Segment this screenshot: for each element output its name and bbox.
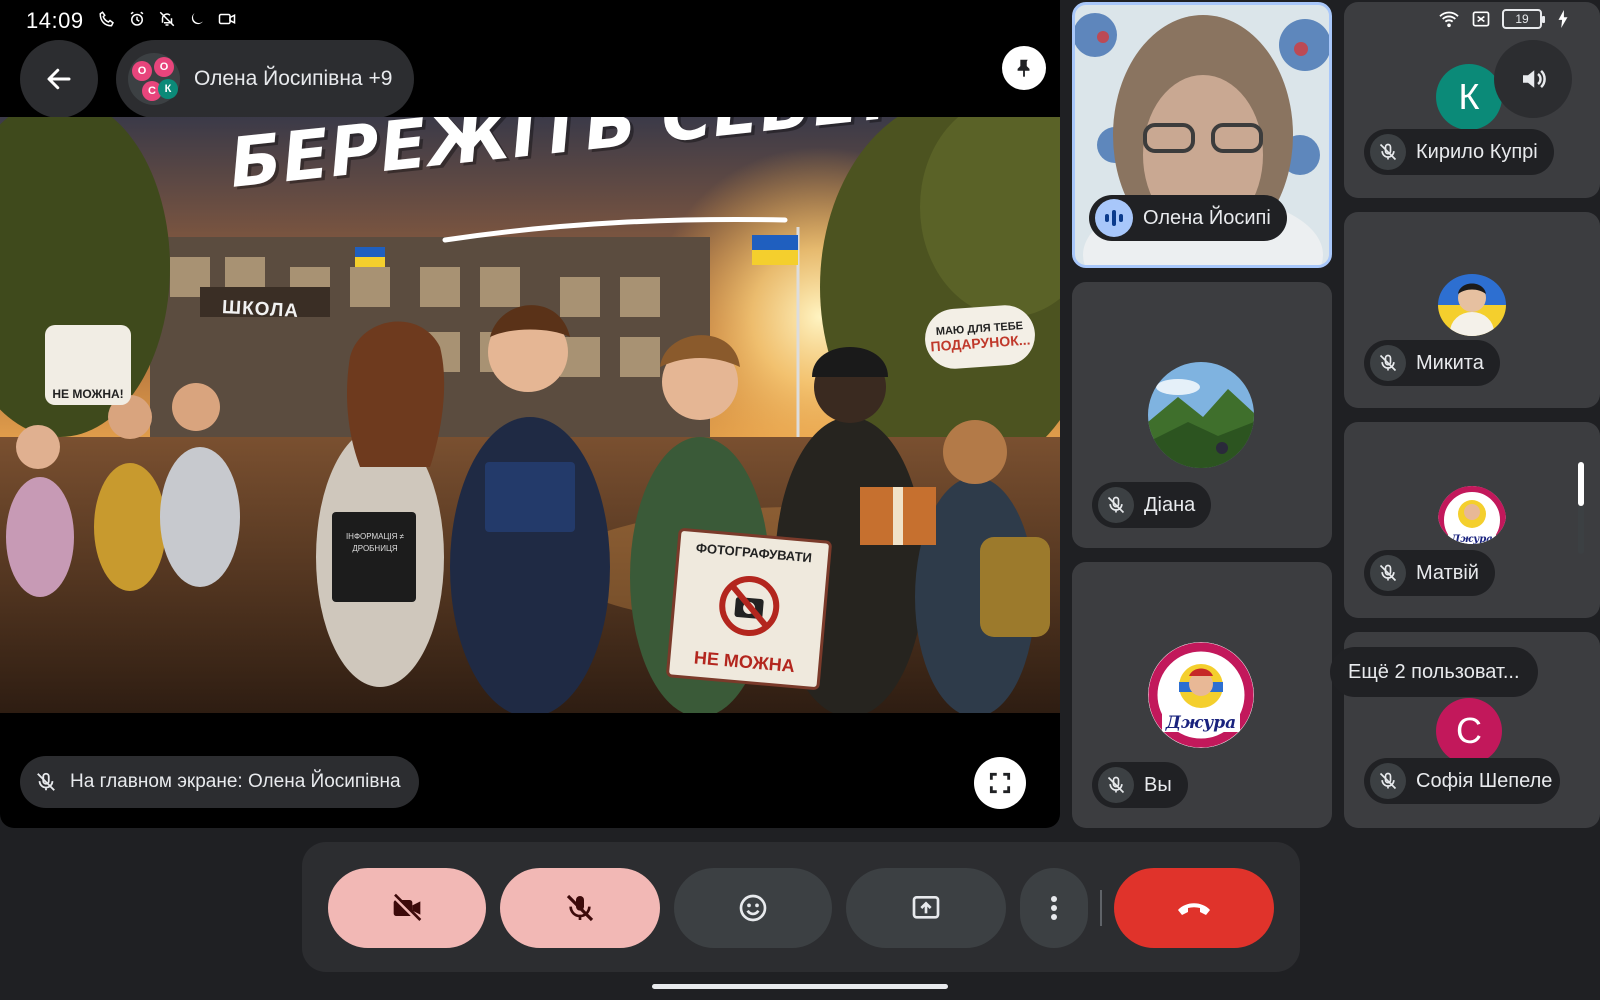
avatar — [1148, 362, 1254, 468]
no-camera-icon — [719, 576, 780, 637]
camera-toggle-button[interactable] — [328, 868, 486, 948]
avatar: С — [1436, 698, 1502, 764]
fullscreen-icon — [989, 772, 1011, 794]
status-icons-left — [96, 8, 238, 30]
participant-name: Софія Шепеле — [1416, 769, 1553, 792]
video-icon — [216, 8, 238, 30]
participant-name-chip: Вы — [1092, 762, 1188, 808]
participant-tile-matvii[interactable]: Джура Матвій — [1344, 422, 1600, 618]
wifi-icon — [1438, 8, 1460, 30]
sign-bottom-text: НЕ МОЖНА — [693, 647, 796, 677]
present-screen-icon — [912, 896, 940, 919]
battery-icon: 19 — [1502, 9, 1545, 29]
participant-name-chip: Микита — [1364, 340, 1500, 386]
school-label: ШКОЛА — [221, 296, 300, 323]
avatar: Джура — [1148, 642, 1254, 748]
charging-icon — [1552, 8, 1574, 30]
fullscreen-button[interactable] — [974, 757, 1026, 809]
logo-text: Джура — [1165, 713, 1236, 733]
participant-tile-olena[interactable]: Олена Йосипі — [1072, 2, 1332, 268]
participant-name: Матвій — [1416, 561, 1479, 584]
speaking-indicator-icon — [1095, 199, 1133, 237]
speech-bubble-right: МАЮ ДЛЯ ТЕБЕ ПОДАРУНОК... — [923, 303, 1037, 371]
dzhura-logo: Джура — [1148, 642, 1254, 748]
volume-icon — [1523, 69, 1546, 89]
speech-bubble-left: НЕ МОЖНА! — [45, 325, 131, 405]
mic-off-icon — [1370, 134, 1406, 170]
avatar — [1438, 274, 1506, 336]
no-sim-icon — [1470, 8, 1492, 30]
bell-off-icon — [156, 8, 178, 30]
book-text: ІНФОРМАЦІЯ ≠ ДРОБНИЦЯ — [345, 532, 405, 553]
participant-name-chip: Матвій — [1364, 550, 1495, 596]
mic-off-icon — [1370, 555, 1406, 591]
participant-tile-self[interactable]: Джура Вы — [1072, 562, 1332, 828]
control-divider — [1100, 890, 1102, 926]
no-photo-sign: ФОТОГРАФУВАТИ НЕ МОЖНА — [665, 527, 833, 691]
bubble-left-text: НЕ МОЖНА! — [52, 387, 124, 401]
mic-off-icon — [566, 894, 594, 922]
more-options-button[interactable] — [1020, 868, 1088, 948]
avatar: К — [1436, 64, 1502, 130]
call-control-bar — [302, 842, 1300, 972]
participant-tile-diana[interactable]: Діана — [1072, 282, 1332, 548]
status-icons-right: 19 — [1438, 8, 1574, 30]
mic-off-icon — [1370, 763, 1406, 799]
main-screen-label-chip: На главном экране: Олена Йосипівна — [20, 756, 419, 808]
camera-off-icon — [392, 893, 422, 923]
participant-name-chip: Олена Йосипі — [1089, 195, 1287, 241]
avatar: О — [154, 57, 174, 77]
status-time: 14:09 — [26, 8, 84, 33]
caller-name: Олена Йосипівна +9 — [194, 67, 393, 90]
participant-name: Микита — [1416, 351, 1484, 374]
landscape-photo — [1148, 362, 1254, 468]
mic-off-icon — [1098, 767, 1134, 803]
mic-off-icon — [1370, 345, 1406, 381]
call-participants-chip[interactable]: О О С К Олена Йосипівна +9 — [116, 40, 415, 118]
participant-name: Олена Йосипі — [1143, 206, 1271, 229]
mic-off-icon — [1098, 487, 1134, 523]
more-vertical-icon — [1051, 896, 1057, 920]
reactions-button[interactable] — [674, 868, 832, 948]
main-screen-label: На главном экране: Олена Йосипівна — [70, 771, 401, 792]
participant-tile-mykyta[interactable]: Микита — [1344, 212, 1600, 408]
home-indicator[interactable] — [652, 984, 948, 989]
avatar-cluster: О О С К — [128, 53, 180, 105]
boy-photo — [1438, 274, 1506, 336]
participant-name-chip: Діана — [1092, 482, 1212, 528]
phone-call-icon — [96, 8, 118, 30]
participant-name: Кирило Купрі — [1416, 140, 1538, 163]
mic-toggle-button[interactable] — [500, 868, 660, 948]
main-stage: О О С К Олена Йосипівна +9 БЕРЕЖІТЬ СЕБЕ… — [0, 0, 1060, 828]
avatar: Джура — [1438, 486, 1506, 544]
participants-scrollbar[interactable] — [1578, 462, 1584, 506]
logo-text: Джура — [1450, 534, 1492, 544]
pin-icon — [1017, 59, 1030, 78]
end-call-icon — [1178, 903, 1210, 915]
moon-icon — [186, 8, 208, 30]
mic-off-icon — [32, 764, 60, 800]
dzhura-logo: Джура — [1438, 486, 1506, 544]
participant-name-chip: Кирило Купрі — [1364, 129, 1554, 175]
pin-button[interactable] — [1002, 46, 1046, 90]
participant-name: Вы — [1144, 773, 1172, 796]
status-bar: 14:09 19 — [0, 0, 1600, 40]
back-button[interactable] — [20, 40, 98, 118]
shared-illustration — [0, 117, 1060, 713]
arrow-left-icon — [47, 68, 71, 90]
present-screen-button[interactable] — [846, 868, 1006, 948]
participant-name: Діана — [1144, 493, 1196, 516]
participant-name-chip: Софія Шепеле — [1364, 758, 1560, 804]
speaker-button[interactable] — [1494, 40, 1572, 118]
end-call-button[interactable] — [1114, 868, 1274, 948]
avatar: К — [158, 79, 178, 99]
avatar: О — [132, 61, 152, 81]
emoji-icon — [739, 894, 767, 922]
alarm-icon — [126, 8, 148, 30]
more-participants-chip[interactable]: Ещё 2 пользоват... — [1330, 647, 1538, 697]
sign-top-text: ФОТОГРАФУВАТИ — [695, 540, 813, 566]
meet-call-screen: 14:09 19 О О С К Олена Йосипівна +9 БЕРЕ… — [0, 0, 1600, 1000]
shared-screen-image: БЕРЕЖІТЬ СЕБЕ! ШКОЛА НЕ МОЖНА! МАЮ ДЛЯ Т… — [0, 117, 1060, 713]
